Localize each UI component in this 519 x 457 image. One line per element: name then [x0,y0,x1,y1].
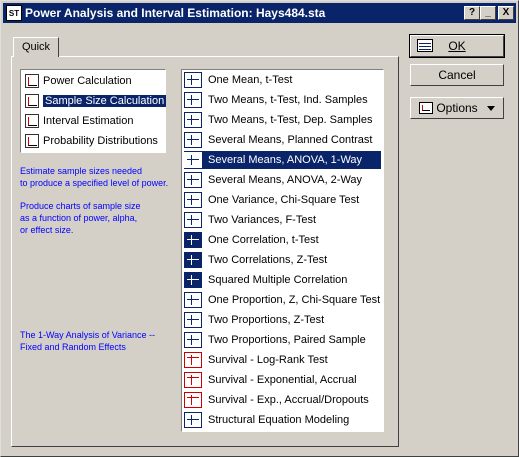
list-item-interval-estimation[interactable]: Interval Estimation [23,112,133,130]
list-item-survival-exponential[interactable]: Survival - Exponential, Accrual [184,371,381,389]
list-item-two-variances[interactable]: Two Variances, F-Test [184,211,381,229]
list-item-survival-log-rank[interactable]: Survival - Log-Rank Test [184,351,381,369]
list-item-sample-size-calculation[interactable]: Sample Size Calculation [23,92,167,110]
options-icon [419,102,433,114]
chart-description-text: Produce charts of sample size as a funct… [20,201,141,235]
list-item-probability-distributions[interactable]: Probability Distributions [23,132,158,150]
list-item-one-mean-t-test[interactable]: One Mean, t-Test [184,71,381,89]
options-button[interactable]: Options [410,97,504,119]
list-item-anova-1-way[interactable]: Several Means, ANOVA, 1-Way [184,151,381,169]
test-icon [184,192,202,208]
spreadsheet-icon [417,39,433,52]
test-type-list[interactable]: One Mean, t-Test Two Means, t-Test, Ind.… [181,69,384,432]
test-icon [184,312,202,328]
test-icon [184,212,202,228]
power-chart-icon [25,74,39,88]
list-item-squared-multiple-correlation[interactable]: Squared Multiple Correlation [184,271,381,289]
dialog-window: ST Power Analysis and Interval Estimatio… [0,0,519,457]
close-button[interactable]: X [498,6,514,20]
list-item-survival-dropouts[interactable]: Survival - Exp., Accrual/Dropouts [184,391,381,409]
test-icon [184,112,202,128]
minimize-button[interactable]: _ [480,6,496,20]
title-bar[interactable]: ST Power Analysis and Interval Estimatio… [3,3,516,23]
survival-icon [184,352,202,368]
window-title: Power Analysis and Interval Estimation: … [25,6,326,20]
selected-test-description: The 1-Way Analysis of Variance -- Fixed … [20,330,156,352]
description-text: Estimate sample sizes needed to produce … [20,166,169,188]
anova-icon [184,152,202,168]
distribution-icon [25,134,39,148]
list-item-power-calculation[interactable]: Power Calculation [23,72,132,90]
cancel-button[interactable]: Cancel [410,64,504,86]
test-icon [184,92,202,108]
list-item-anova-2-way[interactable]: Several Means, ANOVA, 2-Way [184,171,381,189]
test-icon [184,292,202,308]
list-item-two-proportions-z[interactable]: Two Proportions, Z-Test [184,311,381,329]
list-item-two-means-ind[interactable]: Two Means, t-Test, Ind. Samples [184,91,381,109]
list-item-planned-contrast[interactable]: Several Means, Planned Contrast [184,131,381,149]
list-item-two-proportions-paired[interactable]: Two Proportions, Paired Sample [184,331,381,349]
app-icon[interactable]: ST [6,5,22,21]
help-button[interactable]: ? [464,6,480,20]
analysis-type-list[interactable]: Power Calculation Sample Size Calculatio… [20,69,167,153]
sample-size-icon [25,94,39,108]
list-item-one-proportion[interactable]: One Proportion, Z, Chi-Square Test [184,291,381,309]
tab-quick[interactable]: Quick [13,37,59,57]
survival-icon [184,392,202,408]
anova-icon [184,172,202,188]
correlation-icon [184,232,202,248]
ok-button[interactable]: OK [409,34,505,58]
interval-icon [25,114,39,128]
list-item-two-means-dep[interactable]: Two Means, t-Test, Dep. Samples [184,111,381,129]
test-icon [184,72,202,88]
test-icon [184,132,202,148]
sem-icon [184,412,202,428]
survival-icon [184,372,202,388]
list-item-one-variance[interactable]: One Variance, Chi-Square Test [184,191,381,209]
correlation-icon [184,252,202,268]
list-item-one-correlation[interactable]: One Correlation, t-Test [184,231,381,249]
correlation-icon [184,272,202,288]
list-item-two-correlations[interactable]: Two Correlations, Z-Test [184,251,381,269]
list-item-structural-equation-modeling[interactable]: Structural Equation Modeling [184,411,381,429]
test-icon [184,332,202,348]
chevron-down-icon [487,106,495,111]
